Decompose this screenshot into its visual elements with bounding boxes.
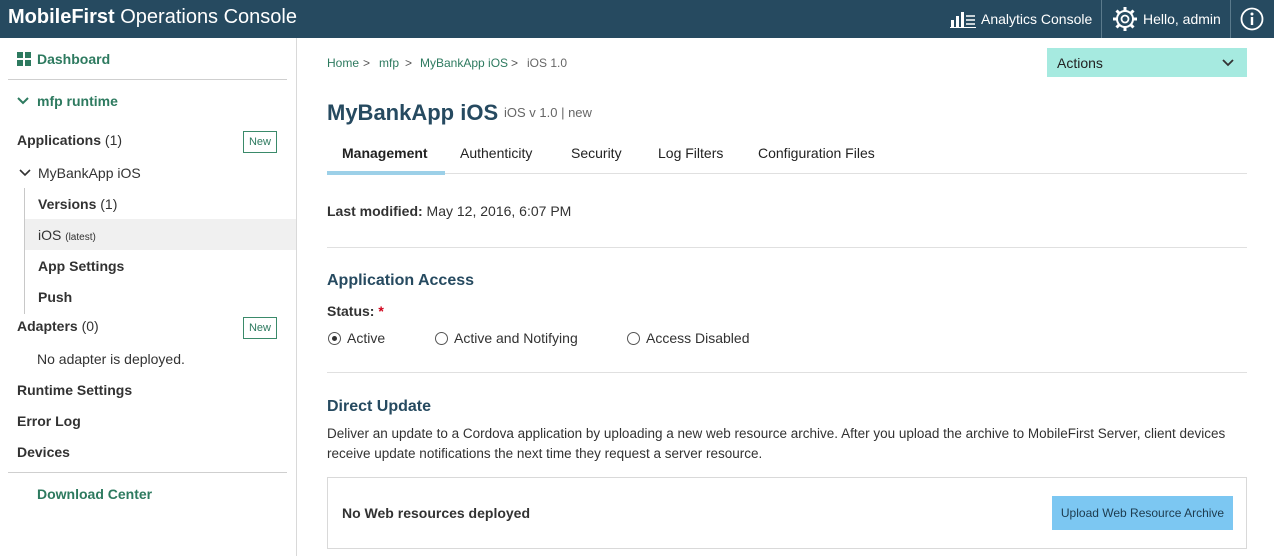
radio-active-label[interactable]: Active bbox=[347, 330, 385, 346]
active-tab-indicator bbox=[327, 171, 445, 175]
brand-title: MobileFirst Operations Console bbox=[8, 6, 297, 28]
info-button[interactable] bbox=[1240, 0, 1264, 38]
radio-access-disabled[interactable] bbox=[627, 332, 640, 345]
sidebar-item-adapters[interactable]: Adapters (0) bbox=[17, 318, 99, 334]
chevron-down-icon bbox=[17, 97, 29, 105]
chevron-down-icon bbox=[1222, 59, 1234, 67]
main-content: Home > mfp > MyBankApp iOS > iOS 1.0 Act… bbox=[297, 38, 1274, 556]
direct-update-heading: Direct Update bbox=[327, 398, 432, 415]
sidebar-item-devices[interactable]: Devices bbox=[17, 444, 70, 460]
sidebar-item-app-settings[interactable]: App Settings bbox=[38, 258, 124, 274]
sidebar-item-ios[interactable]: iOS (latest) bbox=[38, 227, 96, 243]
sidebar-item-versions[interactable]: Versions (1) bbox=[38, 196, 117, 212]
radio-active-notifying[interactable] bbox=[435, 332, 448, 345]
sidebar-item-error-log[interactable]: Error Log bbox=[17, 413, 81, 429]
tab-configuration-files[interactable]: Configuration Files bbox=[758, 145, 875, 161]
tab-security[interactable]: Security bbox=[571, 145, 622, 161]
page-title: MyBankApp iOS bbox=[327, 100, 499, 125]
actions-label: Actions bbox=[1057, 54, 1103, 71]
radio-access-disabled-label[interactable]: Access Disabled bbox=[646, 330, 750, 346]
new-application-button[interactable]: New bbox=[243, 131, 277, 153]
breadcrumb-app[interactable]: MyBankApp iOS bbox=[420, 56, 508, 70]
new-adapter-button[interactable]: New bbox=[243, 317, 277, 339]
no-web-resources-message: No Web resources deployed bbox=[342, 505, 531, 521]
breadcrumb-home[interactable]: Home bbox=[327, 56, 359, 70]
top-bar: MobileFirst Operations Console Analytics… bbox=[0, 0, 1274, 38]
sidebar-item-runtime-settings[interactable]: Runtime Settings bbox=[17, 382, 132, 398]
tab-management[interactable]: Management bbox=[342, 145, 428, 161]
breadcrumb-current: iOS 1.0 bbox=[527, 56, 568, 70]
analytics-console-label: Analytics Console bbox=[981, 11, 1093, 27]
analytics-icon bbox=[950, 12, 976, 28]
tab-authenticity[interactable]: Authenticity bbox=[460, 145, 532, 161]
user-menu[interactable]: Hello, admin bbox=[1112, 0, 1221, 38]
status-label: Status: * bbox=[327, 303, 384, 319]
direct-update-description: Deliver an update to a Cordova applicati… bbox=[327, 426, 1226, 461]
analytics-console-link[interactable]: Analytics Console bbox=[950, 0, 1092, 38]
sidebar-item-runtime[interactable]: mfp runtime bbox=[37, 93, 118, 109]
sidebar-item-download-center[interactable]: Download Center bbox=[37, 486, 152, 502]
gear-icon bbox=[1113, 7, 1137, 31]
info-icon bbox=[1240, 7, 1264, 31]
last-modified: Last modified: May 12, 2016, 6:07 PM bbox=[327, 203, 572, 219]
page-subtitle: iOS v 1.0 | new bbox=[504, 105, 592, 120]
tab-log-filters[interactable]: Log Filters bbox=[658, 145, 723, 161]
sidebar-item-push[interactable]: Push bbox=[38, 289, 72, 305]
sidebar: Dashboard mfp runtime Applications (1) N… bbox=[0, 38, 297, 556]
application-access-heading: Application Access bbox=[327, 272, 475, 289]
sidebar-item-dashboard[interactable]: Dashboard bbox=[37, 51, 110, 67]
sidebar-item-app[interactable]: MyBankApp iOS bbox=[38, 165, 141, 181]
radio-active[interactable] bbox=[328, 332, 341, 345]
no-adapter-message: No adapter is deployed. bbox=[37, 351, 185, 367]
chevron-down-icon bbox=[19, 169, 31, 177]
actions-dropdown[interactable]: Actions bbox=[1047, 48, 1247, 77]
sidebar-item-applications[interactable]: Applications (1) bbox=[17, 132, 122, 148]
upload-web-resource-button[interactable]: Upload Web Resource Archive bbox=[1052, 496, 1233, 530]
breadcrumb-mfp[interactable]: mfp bbox=[379, 56, 399, 70]
dashboard-icon bbox=[17, 52, 31, 66]
user-greeting: Hello, admin bbox=[1143, 11, 1221, 27]
radio-active-notifying-label[interactable]: Active and Notifying bbox=[454, 330, 578, 346]
